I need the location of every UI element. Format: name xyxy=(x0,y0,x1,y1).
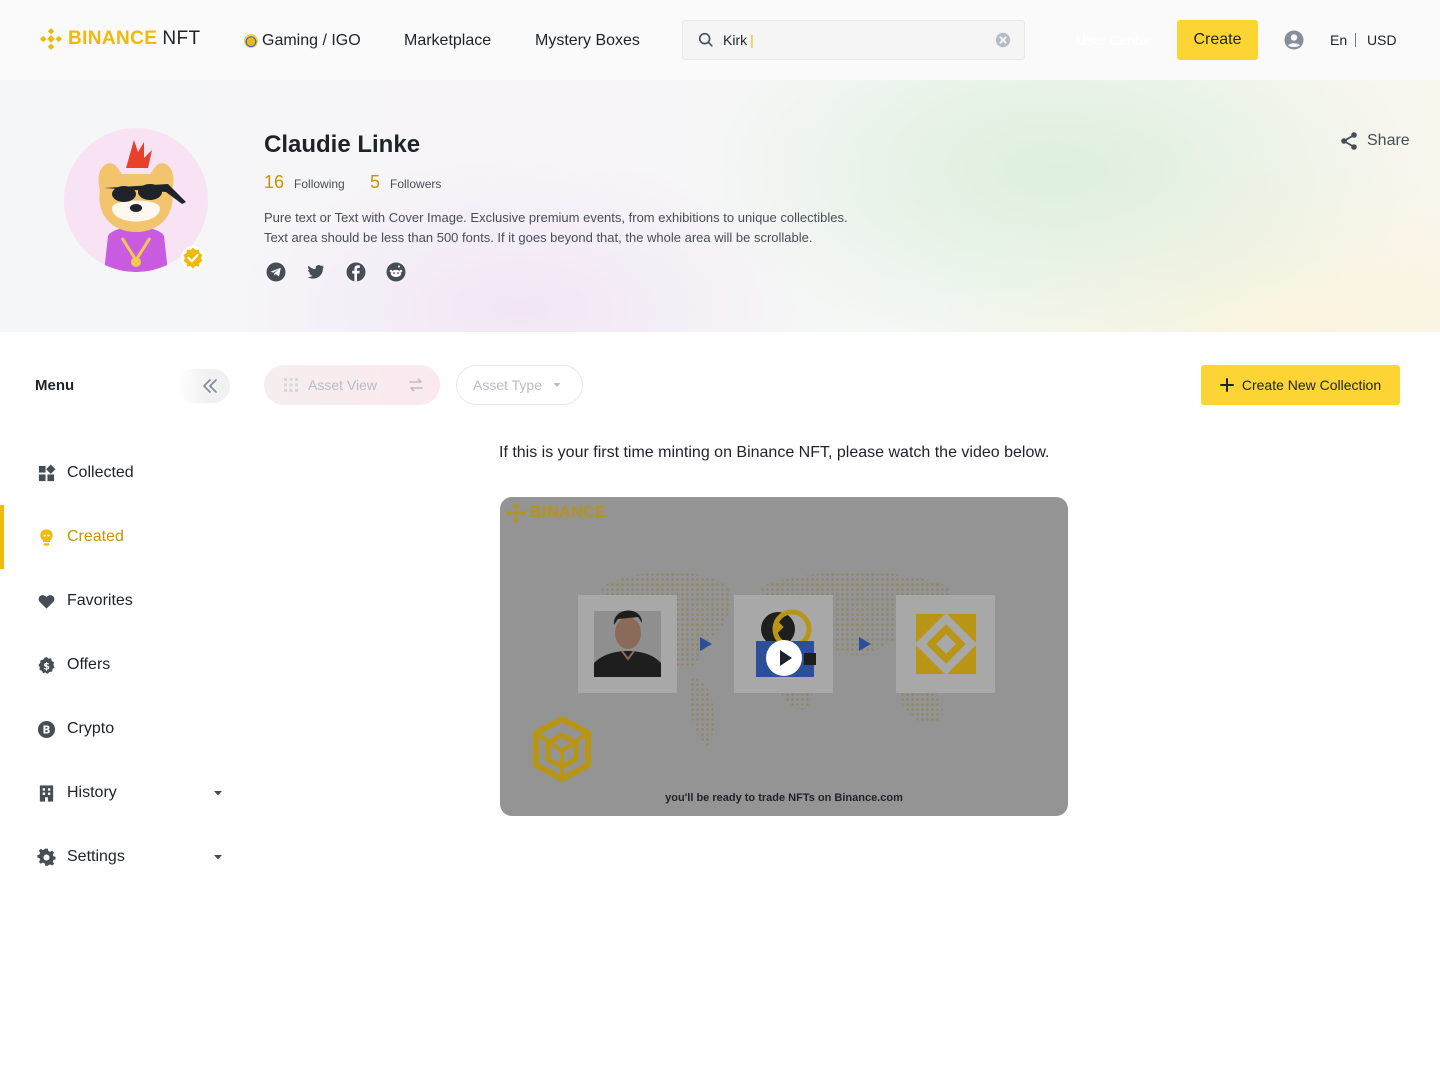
share-label: Share xyxy=(1367,132,1410,149)
clear-icon[interactable] xyxy=(994,31,1012,49)
sidebar-item-settings[interactable]: Settings xyxy=(0,825,240,889)
twitter-icon[interactable] xyxy=(306,262,326,282)
building-icon xyxy=(39,784,54,802)
verified-badge-icon xyxy=(181,246,205,270)
search-icon xyxy=(698,32,713,47)
profile-bio: Pure text or Text with Cover Image. Excl… xyxy=(264,208,924,248)
asset-type-dropdown[interactable]: Asset Type xyxy=(456,365,583,405)
search-value[interactable]: Kirk xyxy=(723,32,994,48)
swap-arrows-icon xyxy=(409,378,423,392)
logo-text: BINANCE NFT xyxy=(68,28,201,49)
following-label: Following xyxy=(294,177,345,191)
asset-view-label: Asset View xyxy=(308,377,377,393)
video-logo-text: BINANCE xyxy=(530,504,607,521)
binance-nft-logo[interactable]: BINANCE NFT xyxy=(40,28,201,50)
bio-line: Text area should be less than 500 fonts.… xyxy=(264,230,813,245)
followers-count: 5 xyxy=(370,172,381,192)
followers-stat[interactable]: 5 Followers xyxy=(370,172,441,193)
history-expand-caret-icon[interactable] xyxy=(213,788,223,798)
social-links xyxy=(266,262,406,282)
caret-down-icon xyxy=(553,383,561,387)
sidebar-item-offers[interactable]: $ Offers xyxy=(0,633,240,697)
video-card-nft xyxy=(896,595,995,693)
followers-label: Followers xyxy=(390,177,442,191)
sidebar-item-label: Created xyxy=(67,528,124,545)
plus-icon xyxy=(1219,378,1234,392)
grid-view-icon xyxy=(284,378,298,392)
profile-name: Claudie Linke xyxy=(264,131,421,158)
bitcoin-icon: B xyxy=(37,720,56,738)
minting-intro-text: If this is your first time minting on Bi… xyxy=(499,444,1050,461)
flow-arrow-icon xyxy=(859,637,871,651)
play-button[interactable] xyxy=(766,640,802,676)
sidebar-item-favorites[interactable]: Favorites xyxy=(0,569,240,633)
share-icon xyxy=(1341,132,1357,150)
sidebar-item-collected[interactable]: Collected xyxy=(0,441,240,505)
following-stat[interactable]: 16 Following xyxy=(264,172,345,193)
sidebar-item-label: History xyxy=(67,784,117,801)
dollar-icon: $ xyxy=(38,656,55,674)
profile-banner: Claudie Linke 16 Following 5 Followers P… xyxy=(0,80,1440,332)
bio-line: Pure text or Text with Cover Image. Excl… xyxy=(264,210,848,225)
sidebar-item-label: Favorites xyxy=(67,592,133,609)
sidebar-item-label: Crypto xyxy=(67,720,115,737)
sidebar-item-label: Offers xyxy=(67,656,111,673)
gear-icon xyxy=(37,848,56,866)
sidebar-item-history[interactable]: History xyxy=(0,761,240,825)
top-navbar: BINANCE NFT Gaming / IGO Marketplace Myst… xyxy=(0,0,1440,80)
binance-logo-icon xyxy=(506,503,526,523)
facebook-icon[interactable] xyxy=(346,262,366,282)
video-binance-logo: BINANCE xyxy=(506,503,606,523)
svg-text:B: B xyxy=(43,724,51,736)
create-button[interactable]: Create xyxy=(1177,20,1258,60)
telegram-icon[interactable] xyxy=(266,262,286,282)
header-divider xyxy=(1355,33,1356,47)
person-illustration xyxy=(594,610,661,677)
nav-gaming-igo[interactable]: Gaming / IGO xyxy=(244,30,361,52)
share-button[interactable]: Share xyxy=(1339,131,1410,151)
sidebar-item-crypto[interactable]: B Crypto xyxy=(0,697,240,761)
sidebar-item-label: Settings xyxy=(67,848,125,865)
settings-expand-caret-icon[interactable] xyxy=(213,852,223,862)
double-chevron-left-icon xyxy=(203,379,217,393)
following-count: 16 xyxy=(264,172,285,192)
language-selector[interactable]: En xyxy=(1330,32,1347,48)
nft-art-illustration xyxy=(914,612,978,676)
video-card-avatar xyxy=(578,595,677,693)
bulb-icon xyxy=(40,528,53,546)
collapse-sidebar-button[interactable] xyxy=(176,369,230,403)
nav-mystery-boxes[interactable]: Mystery Boxes xyxy=(535,30,640,52)
grid-icon xyxy=(38,464,56,481)
sidebar-item-created[interactable]: Created xyxy=(0,505,240,569)
user-center-link[interactable]: User Center xyxy=(1076,32,1151,48)
user-account-icon[interactable] xyxy=(1284,30,1304,50)
video-caption: you'll be ready to trade NFTs on Binance… xyxy=(665,792,903,804)
asset-type-label: Asset Type xyxy=(473,377,543,393)
bnb-cube-icon xyxy=(533,717,591,782)
menu-title: Menu xyxy=(35,377,75,394)
svg-text:$: $ xyxy=(43,661,50,672)
create-collection-label: Create New Collection xyxy=(1241,377,1382,393)
create-new-collection-button[interactable]: Create New Collection xyxy=(1201,365,1400,405)
currency-selector[interactable]: USD xyxy=(1367,32,1397,48)
heart-icon xyxy=(38,594,55,609)
gaming-icon xyxy=(244,34,258,48)
binance-logo-icon xyxy=(40,28,62,50)
reddit-icon[interactable] xyxy=(386,262,406,282)
search-input[interactable]: Kirk xyxy=(682,20,1025,60)
nav-gaming-label: Gaming / IGO xyxy=(262,32,361,49)
tutorial-video-player[interactable]: BINANCE you'll be ready to trade NFTs on… xyxy=(500,497,1068,816)
flow-arrow-icon xyxy=(700,637,712,651)
nav-marketplace[interactable]: Marketplace xyxy=(404,30,491,52)
asset-view-toggle[interactable]: Asset View xyxy=(264,365,440,405)
sidebar-item-label: Collected xyxy=(67,464,134,481)
